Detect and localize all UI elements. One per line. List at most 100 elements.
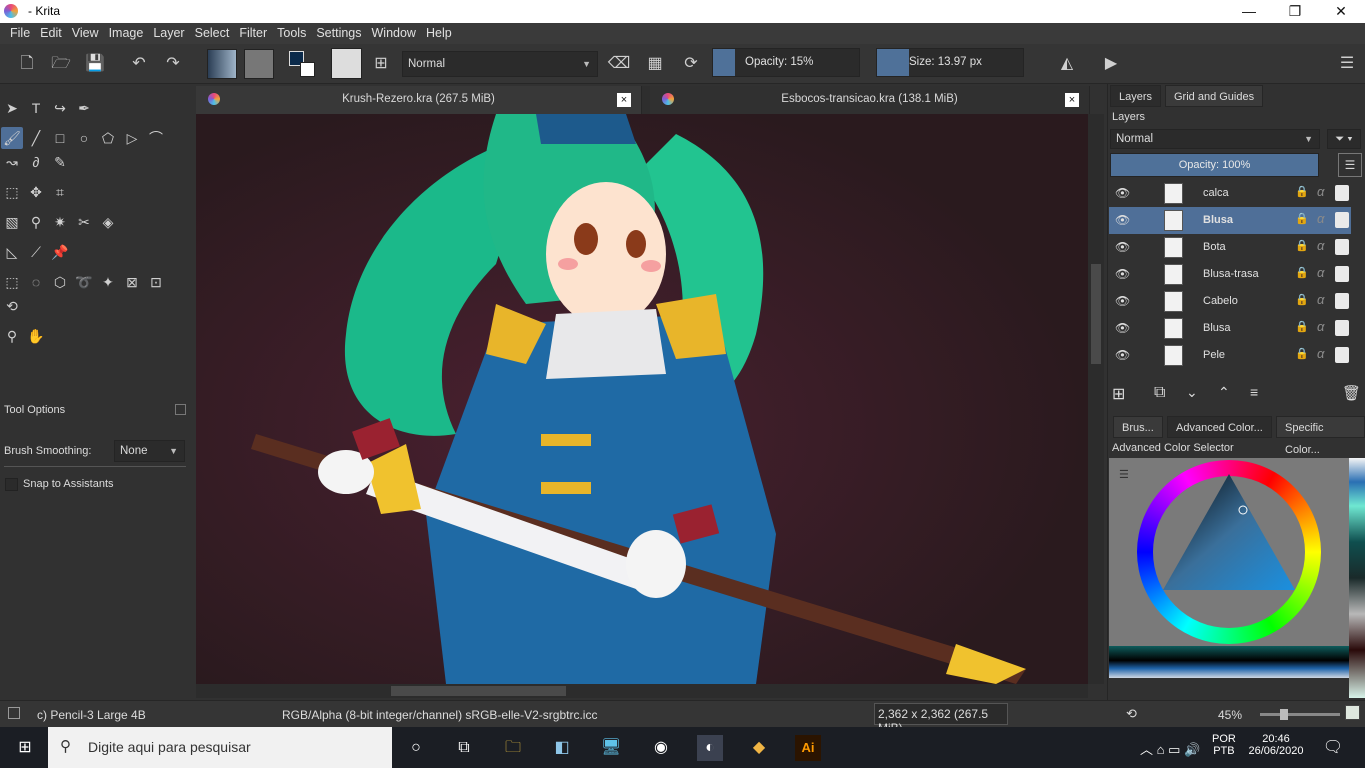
undo-icon[interactable]: ↶ — [126, 51, 152, 77]
menu-view[interactable]: View — [67, 23, 104, 44]
layer-row[interactable]: 👁 Blusa 🔒 α — [1109, 315, 1351, 342]
magnetic-select-icon[interactable]: ⟲ — [1, 295, 23, 317]
freehand-brush-icon[interactable]: 🖌 — [1, 127, 23, 149]
visibility-eye-icon[interactable]: 👁 — [1115, 186, 1130, 200]
workspace-grid-icon[interactable]: ⊞ — [368, 51, 394, 77]
cortana-icon[interactable]: ○ — [403, 735, 429, 761]
menu-layer[interactable]: Layer — [148, 23, 189, 44]
layer-row[interactable]: 👁 Cabelo 🔒 α — [1109, 288, 1351, 315]
inherit-alpha-icon[interactable] — [1335, 239, 1349, 255]
crop-tool-icon[interactable]: ⌗ — [49, 181, 71, 203]
gradient-preset-button[interactable] — [207, 49, 237, 79]
lock-icon[interactable]: 🔒 — [1295, 266, 1309, 279]
rectangle-tool-icon[interactable]: □ — [49, 127, 71, 149]
lock-icon[interactable]: 🔒 — [1295, 185, 1309, 198]
alpha-icon[interactable]: α — [1317, 238, 1324, 253]
krita-taskbar-icon[interactable]: ◐ — [697, 735, 723, 761]
layer-row[interactable]: 👁 Bota 🔒 α — [1109, 234, 1351, 261]
similar-select-icon[interactable]: ⊠ — [121, 271, 143, 293]
calligraphy-icon[interactable]: ✒ — [73, 97, 95, 119]
float-docker-icon[interactable] — [175, 404, 186, 415]
reference-tool-icon[interactable]: 📌 — [49, 241, 71, 263]
tab-grid-guides[interactable]: Grid and Guides — [1165, 85, 1264, 107]
mirror-horizontal-icon[interactable]: ◭ — [1054, 51, 1080, 77]
menu-tools[interactable]: Tools — [272, 23, 311, 44]
polygon-tool-icon[interactable]: ⬠ — [97, 127, 119, 149]
close-button[interactable]: ✕ — [1318, 0, 1364, 23]
brush-smoothing-select[interactable]: None ▼ — [114, 440, 185, 462]
app-diamond-icon[interactable]: ◆ — [746, 735, 772, 761]
tab-esbocos-transicao[interactable]: Esbocos-transicao.kra (138.1 MiB) × — [650, 86, 1090, 114]
alpha-icon[interactable]: α — [1317, 184, 1324, 199]
layer-settings-icon[interactable]: ≡ — [1250, 384, 1258, 400]
layer-row[interactable]: 👁 calca 🔒 α — [1109, 180, 1351, 207]
menu-image[interactable]: Image — [104, 23, 149, 44]
alpha-lock-icon[interactable]: ▦ — [642, 51, 668, 77]
tab-brushes[interactable]: Brus... — [1113, 416, 1163, 438]
tab-specific-color[interactable]: Specific Color... — [1276, 416, 1365, 456]
saturation-value-triangle[interactable] — [1109, 458, 1349, 646]
snap-checkbox[interactable] — [5, 478, 18, 491]
pan-tool-icon[interactable]: ✋ — [25, 325, 47, 347]
rotation-reset-icon[interactable]: ⟲ — [1126, 706, 1137, 722]
file-explorer-icon[interactable]: 🗀 — [500, 735, 526, 761]
visibility-eye-icon[interactable]: 👁 — [1115, 321, 1130, 335]
windows-start-icon[interactable]: ⊞ — [12, 735, 38, 761]
docker-menu-icon[interactable]: ☰ — [1334, 51, 1360, 77]
assistant-tool-icon[interactable]: ⟋ — [25, 241, 47, 263]
inherit-alpha-icon[interactable] — [1335, 266, 1349, 282]
language-indicator[interactable]: POR PTB — [1212, 733, 1236, 757]
alpha-icon[interactable]: α — [1317, 346, 1324, 361]
filter-icon[interactable]: ⏷ ▾ — [1327, 129, 1361, 149]
zoom-tool-icon[interactable]: ⚲ — [1, 325, 23, 347]
polyline-tool-icon[interactable]: ▷ — [121, 127, 143, 149]
illustrator-icon[interactable]: Ai — [795, 735, 821, 761]
colorize-mask-icon[interactable]: ✂ — [73, 211, 95, 233]
redo-icon[interactable]: ↷ — [160, 51, 186, 77]
contiguous-select-icon[interactable]: ✦ — [97, 271, 119, 293]
color-swatches-strip[interactable] — [1349, 458, 1365, 698]
reload-preset-icon[interactable]: ⟳ — [678, 51, 704, 77]
save-icon[interactable]: 💾 — [82, 51, 108, 77]
layer-row[interactable]: 👁 Pele 🔒 α — [1109, 342, 1351, 369]
ellipse-select-icon[interactable]: ◌ — [25, 271, 47, 293]
tab-krush-rezero[interactable]: Krush-Rezero.kra (267.5 MiB) × — [196, 86, 642, 114]
smart-patch-icon[interactable]: ✷ — [49, 211, 71, 233]
zoom-slider-handle[interactable] — [1280, 709, 1288, 720]
horizontal-scroll-thumb[interactable] — [391, 686, 566, 696]
lock-icon[interactable]: 🔒 — [1295, 212, 1309, 225]
alpha-icon[interactable]: α — [1317, 211, 1324, 226]
taskbar-search[interactable]: ⚲ Digite aqui para pesquisar — [48, 727, 392, 768]
app-icon[interactable]: ◧ — [549, 735, 575, 761]
inherit-alpha-icon[interactable] — [1335, 293, 1349, 309]
move-tool-icon[interactable]: ✥ — [25, 181, 47, 203]
lock-icon[interactable]: 🔒 — [1295, 320, 1309, 333]
gradient-tool-icon[interactable]: ▧ — [1, 211, 23, 233]
vertical-scrollbar[interactable] — [1088, 114, 1104, 684]
alpha-icon[interactable]: α — [1317, 292, 1324, 307]
brush-preset-icon[interactable] — [331, 48, 362, 79]
menu-select[interactable]: Select — [190, 23, 235, 44]
mirror-vertical-icon[interactable]: ▶ — [1098, 51, 1124, 77]
lock-icon[interactable]: 🔒 — [1295, 239, 1309, 252]
vertical-scroll-thumb[interactable] — [1091, 264, 1101, 364]
tab-layers[interactable]: Layers — [1110, 85, 1162, 107]
visibility-eye-icon[interactable]: 👁 — [1115, 348, 1130, 362]
size-slider[interactable]: Size: 13.97 px — [876, 48, 1024, 77]
multibrush-icon[interactable]: ✎ — [49, 151, 71, 173]
bezier-select-icon[interactable]: ⊡ — [145, 271, 167, 293]
drawing-canvas[interactable] — [196, 114, 1088, 684]
add-layer-icon[interactable]: ⊞ — [1112, 384, 1125, 404]
chrome-icon[interactable]: ◉ — [648, 735, 674, 761]
color-history-bar[interactable] — [1109, 646, 1349, 678]
close-tab-icon[interactable]: × — [617, 93, 631, 107]
close-tab-icon[interactable]: × — [1065, 93, 1079, 107]
clock[interactable]: 20:46 26/06/2020 — [1244, 733, 1308, 757]
measure-tool-icon[interactable]: ◺ — [1, 241, 23, 263]
notifications-icon[interactable]: 🗨 — [1320, 735, 1346, 761]
menu-edit[interactable]: Edit — [35, 23, 67, 44]
minimize-button[interactable]: — — [1226, 0, 1272, 23]
horizontal-scrollbar[interactable] — [196, 684, 1088, 698]
system-tray-icons[interactable]: ︿ ⌂ ▭ 🔊 — [1140, 739, 1200, 758]
inherit-alpha-icon[interactable] — [1335, 185, 1349, 201]
